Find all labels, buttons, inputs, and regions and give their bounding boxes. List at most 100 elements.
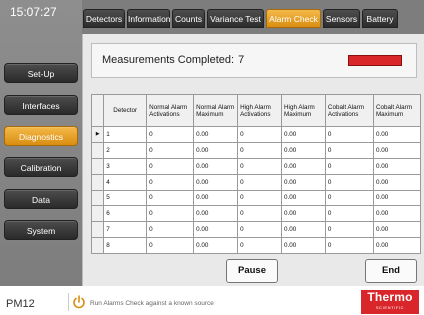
cell-high-act: 0: [237, 205, 282, 223]
cell-cobalt-act: 0: [324, 205, 374, 223]
tab-alarm-check[interactable]: Alarm Check: [266, 9, 321, 28]
tab-sensors[interactable]: Sensors: [323, 9, 360, 28]
cell-detector: 2: [103, 141, 148, 159]
row-marker-header: [90, 94, 105, 127]
table-row[interactable]: 6 0 0.00 0 0.00 0 0.00: [90, 205, 422, 223]
cell-detector: 7: [103, 221, 148, 239]
current-row-marker: ▶: [90, 126, 105, 143]
pause-button[interactable]: Pause: [226, 259, 278, 283]
tab-detectors[interactable]: Detectors: [83, 9, 125, 28]
cell-high-max: 0.00: [281, 237, 326, 254]
footer-bar: PM12 Run Alarms Check against a known so…: [0, 286, 424, 315]
thermo-scientific-logo: Thermo SCIENTIFIC: [361, 290, 419, 314]
row-marker: [90, 173, 105, 191]
header-cobalt-activations: Cobalt Alarm Activations: [324, 94, 374, 127]
tab-battery[interactable]: Battery: [362, 9, 398, 28]
cell-high-max: 0.00: [281, 221, 326, 239]
logo-main-text: Thermo: [367, 290, 413, 304]
table-row[interactable]: ▶ 1 0 0.00 0 0.00 0 0.00: [90, 126, 422, 143]
header-cobalt-maximum: Cobalt Alarm Maximum: [372, 94, 422, 127]
cell-cobalt-act: 0: [324, 173, 374, 191]
cell-normal-max: 0.00: [193, 237, 239, 254]
header-normal-activations: Normal Alarm Activations: [146, 94, 195, 127]
nav-setup-button[interactable]: Set-Up: [4, 63, 78, 83]
nav-data-button[interactable]: Data: [4, 189, 78, 209]
footer-divider: [68, 293, 69, 311]
table-row[interactable]: 8 0 0.00 0 0.00 0 0.00: [90, 237, 422, 254]
cell-high-max: 0.00: [281, 157, 326, 175]
measurements-count: 7: [238, 54, 245, 66]
nav-interfaces-button[interactable]: Interfaces: [4, 95, 78, 115]
cell-normal-act: 0: [146, 221, 195, 239]
tab-variance-test[interactable]: Variance Test: [207, 9, 264, 28]
cell-high-max: 0.00: [281, 205, 326, 223]
cell-high-max: 0.00: [281, 173, 326, 191]
cell-detector: 6: [103, 205, 148, 223]
tab-information[interactable]: Information: [127, 9, 171, 28]
cell-cobalt-max: 0.00: [372, 173, 422, 191]
tab-bar: Detectors Information Counts Variance Te…: [82, 0, 424, 34]
cell-cobalt-max: 0.00: [372, 205, 422, 223]
cell-normal-max: 0.00: [193, 141, 239, 159]
row-marker: [90, 237, 105, 254]
cell-high-max: 0.00: [281, 126, 326, 143]
nav-calibration-button[interactable]: Calibration: [4, 157, 78, 177]
cell-normal-act: 0: [146, 126, 195, 143]
logo-sub-text: SCIENTIFIC: [375, 305, 405, 310]
measurements-box: Measurements Completed: 7: [91, 43, 417, 78]
cell-high-act: 0: [237, 126, 282, 143]
cell-high-act: 0: [237, 173, 282, 191]
measurements-label: Measurements Completed: 7: [102, 54, 244, 66]
cell-normal-max: 0.00: [193, 221, 239, 239]
cell-cobalt-act: 0: [324, 237, 374, 254]
cell-high-max: 0.00: [281, 189, 326, 207]
alarm-check-panel: Measurements Completed: 7 Detector Normal…: [82, 34, 424, 286]
cell-cobalt-max: 0.00: [372, 126, 422, 143]
row-marker: [90, 157, 105, 175]
cell-normal-max: 0.00: [193, 173, 239, 191]
table-header-row: Detector Normal Alarm Activations Normal…: [90, 94, 422, 127]
cell-detector: 3: [103, 157, 148, 175]
row-marker: [90, 141, 105, 159]
cell-cobalt-max: 0.00: [372, 157, 422, 175]
cell-normal-max: 0.00: [193, 126, 239, 143]
table-row[interactable]: 2 0 0.00 0 0.00 0 0.00: [90, 141, 422, 159]
table-row[interactable]: 5 0 0.00 0 0.00 0 0.00: [90, 189, 422, 207]
power-icon[interactable]: [72, 295, 86, 309]
nav-diagnostics-button[interactable]: Diagnostics: [4, 126, 78, 146]
table-row[interactable]: 4 0 0.00 0 0.00 0 0.00: [90, 173, 422, 191]
cell-normal-act: 0: [146, 237, 195, 254]
row-marker: [90, 205, 105, 223]
cell-high-act: 0: [237, 189, 282, 207]
row-marker: [90, 189, 105, 207]
cell-high-act: 0: [237, 157, 282, 175]
cell-normal-act: 0: [146, 189, 195, 207]
alarm-results-table: Detector Normal Alarm Activations Normal…: [90, 94, 422, 254]
cell-detector: 5: [103, 189, 148, 207]
cell-detector: 8: [103, 237, 148, 254]
cell-cobalt-act: 0: [324, 126, 374, 143]
cell-normal-act: 0: [146, 141, 195, 159]
cell-cobalt-max: 0.00: [372, 221, 422, 239]
cell-cobalt-act: 0: [324, 157, 374, 175]
model-label: PM12: [6, 298, 35, 310]
header-high-maximum: High Alarm Maximum: [281, 94, 326, 127]
cell-detector: 4: [103, 173, 148, 191]
tab-counts[interactable]: Counts: [172, 9, 205, 28]
hint-text: Run Alarms Check against a known source: [90, 300, 214, 307]
cell-high-act: 0: [237, 237, 282, 254]
cell-cobalt-max: 0.00: [372, 237, 422, 254]
cell-cobalt-act: 0: [324, 189, 374, 207]
table-row[interactable]: 3 0 0.00 0 0.00 0 0.00: [90, 157, 422, 175]
alarm-status-indicator: [348, 55, 402, 66]
end-button[interactable]: End: [365, 259, 417, 283]
cell-high-act: 0: [237, 221, 282, 239]
cell-normal-act: 0: [146, 173, 195, 191]
header-normal-maximum: Normal Alarm Maximum: [193, 94, 239, 127]
cell-detector: 1: [103, 126, 148, 143]
nav-system-button[interactable]: System: [4, 220, 78, 240]
table-row[interactable]: 7 0 0.00 0 0.00 0 0.00: [90, 221, 422, 239]
header-detector: Detector: [103, 94, 148, 127]
cell-normal-max: 0.00: [193, 205, 239, 223]
cell-normal-act: 0: [146, 157, 195, 175]
